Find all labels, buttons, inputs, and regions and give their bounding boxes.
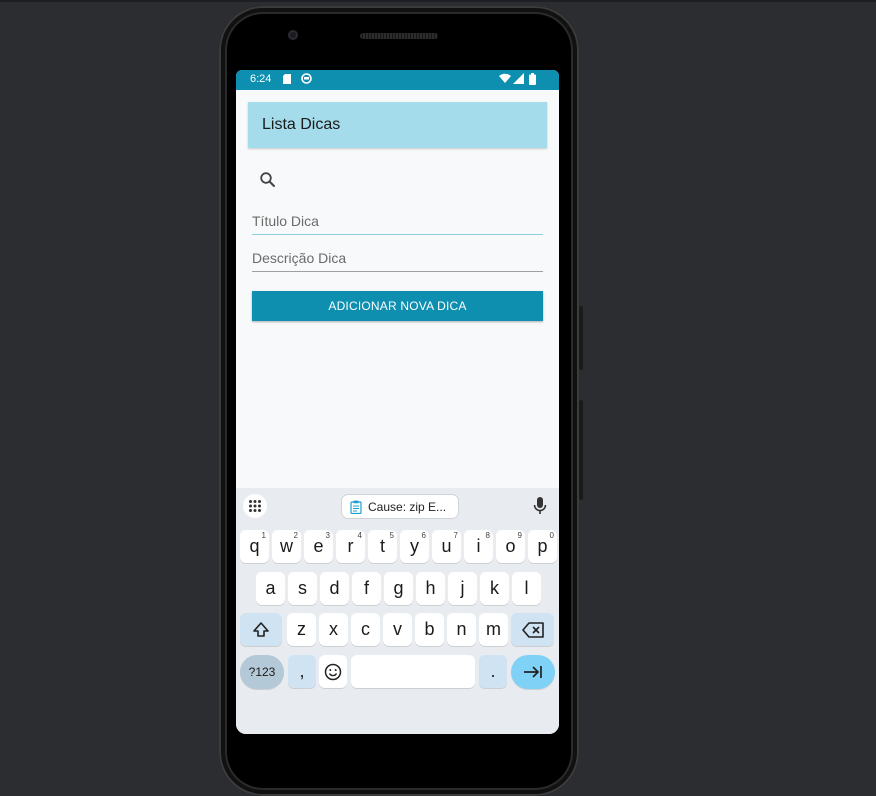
key-i[interactable]: i8 xyxy=(464,530,493,563)
app-bar: Lista Dicas xyxy=(248,102,547,148)
microphone-icon[interactable] xyxy=(532,496,548,516)
search-icon[interactable] xyxy=(258,170,278,190)
key-x[interactable]: x xyxy=(319,613,348,646)
app-title: Lista Dicas xyxy=(262,116,341,133)
key-t[interactable]: t5 xyxy=(368,530,397,563)
backspace-key[interactable] xyxy=(511,613,554,646)
title-input[interactable] xyxy=(252,208,543,235)
key-g[interactable]: g xyxy=(384,572,413,605)
sync-icon xyxy=(301,73,312,84)
signal-icon xyxy=(513,73,524,84)
key-number-hint: 6 xyxy=(421,531,426,540)
key-u[interactable]: u7 xyxy=(432,530,461,563)
key-number-hint: 2 xyxy=(293,531,298,540)
status-bar: 6:24 xyxy=(236,70,559,90)
sd-card-icon xyxy=(283,74,291,84)
key-q[interactable]: q1 xyxy=(240,530,269,563)
key-s[interactable]: s xyxy=(288,572,317,605)
period-key[interactable]: . xyxy=(479,655,507,688)
backspace-icon xyxy=(521,622,544,638)
key-a[interactable]: a xyxy=(256,572,285,605)
key-o[interactable]: o9 xyxy=(496,530,525,563)
key-z[interactable]: z xyxy=(287,613,316,646)
symbols-key[interactable]: ?123 xyxy=(240,655,284,689)
key-number-hint: 9 xyxy=(517,531,522,540)
key-number-hint: 7 xyxy=(453,531,458,540)
key-label: u xyxy=(441,536,452,556)
soft-keyboard: Cause: zip E... q1w2e3r4t5y6u7i8o9p0 asd… xyxy=(236,488,559,734)
space-key[interactable] xyxy=(351,655,475,688)
key-label: i xyxy=(476,536,481,556)
earpiece-speaker xyxy=(360,33,438,39)
key-number-hint: 1 xyxy=(261,531,266,540)
key-c[interactable]: c xyxy=(351,613,380,646)
key-m[interactable]: m xyxy=(479,613,508,646)
key-number-hint: 4 xyxy=(357,531,362,540)
key-p[interactable]: p0 xyxy=(528,530,557,563)
ide-top-border xyxy=(0,0,876,2)
key-number-hint: 8 xyxy=(485,531,490,540)
comma-key[interactable]: , xyxy=(288,655,316,688)
add-tip-button[interactable]: ADICIONAR NOVA DICA xyxy=(252,291,543,321)
clipboard-suggestion-text: Cause: zip E... xyxy=(368,500,447,514)
key-l[interactable]: l xyxy=(512,572,541,605)
key-b[interactable]: b xyxy=(415,613,444,646)
device-screen: 6:24 Lista Dicas ADICIONAR NOVA DICA xyxy=(236,70,559,734)
key-number-hint: 5 xyxy=(389,531,394,540)
clipboard-icon xyxy=(350,500,362,514)
description-input[interactable] xyxy=(252,245,543,272)
key-e[interactable]: e3 xyxy=(304,530,333,563)
key-y[interactable]: y6 xyxy=(400,530,429,563)
key-label: y xyxy=(410,536,419,556)
key-h[interactable]: h xyxy=(416,572,445,605)
clipboard-suggestion-chip[interactable]: Cause: zip E... xyxy=(341,494,459,519)
key-w[interactable]: w2 xyxy=(272,530,301,563)
key-label: p xyxy=(537,536,548,556)
volume-button xyxy=(579,400,583,500)
key-n[interactable]: n xyxy=(447,613,476,646)
shift-key[interactable] xyxy=(240,613,282,646)
key-label: q xyxy=(249,536,260,556)
key-r[interactable]: r4 xyxy=(336,530,365,563)
key-number-hint: 0 xyxy=(549,531,554,540)
keyboard-apps-icon[interactable] xyxy=(243,494,267,518)
next-key[interactable] xyxy=(511,655,555,689)
tab-next-icon xyxy=(524,666,542,678)
status-time: 6:24 xyxy=(250,73,272,85)
key-label: w xyxy=(280,536,293,556)
key-f[interactable]: f xyxy=(352,572,381,605)
key-label: o xyxy=(505,536,516,556)
key-number-hint: 3 xyxy=(325,531,330,540)
key-v[interactable]: v xyxy=(383,613,412,646)
key-d[interactable]: d xyxy=(320,572,349,605)
key-k[interactable]: k xyxy=(480,572,509,605)
power-button xyxy=(579,306,583,370)
key-label: t xyxy=(379,536,385,556)
emoji-key[interactable] xyxy=(319,655,347,688)
front-camera xyxy=(288,30,298,40)
key-j[interactable]: j xyxy=(448,572,477,605)
key-label: e xyxy=(313,536,324,556)
wifi-icon xyxy=(499,73,511,83)
battery-icon xyxy=(529,73,536,85)
shift-icon xyxy=(253,622,269,637)
emoji-icon xyxy=(324,663,342,681)
key-label: r xyxy=(347,536,354,556)
